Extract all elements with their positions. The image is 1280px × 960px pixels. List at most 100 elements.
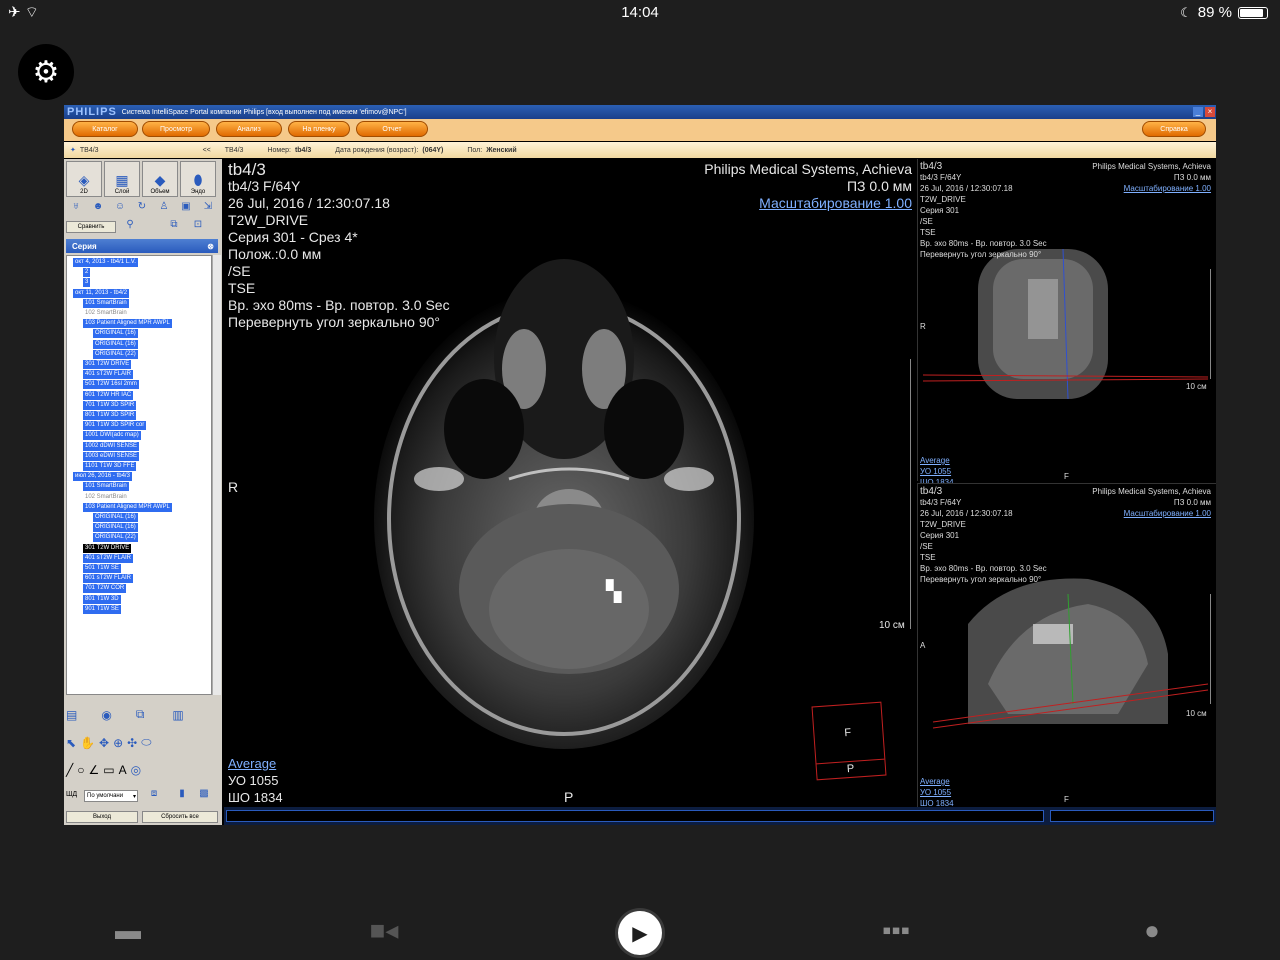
tree-item[interactable]: ORIGINAL (16)	[93, 329, 138, 339]
pointer-tool-icon[interactable]: ⬉	[66, 736, 76, 750]
tree-item[interactable]: ORIGINAL (16)	[93, 513, 138, 522]
tree-item[interactable]: 102 SmartBrain	[83, 309, 129, 318]
close-icon[interactable]: ×	[1205, 107, 1215, 117]
patient-tab[interactable]: TB4/3	[80, 147, 99, 154]
tree-item[interactable]: 2	[83, 268, 91, 278]
tree-item[interactable]: 1002 dDWI SENSE	[83, 441, 140, 451]
coronal-viewport[interactable]: tb4/3 tb4/3 F/64Y 26 Jul, 2016 / 12:30:0…	[917, 159, 1216, 487]
series-header[interactable]: Серия ⊗	[66, 239, 218, 253]
hand-tool-icon[interactable]: ✋	[80, 736, 95, 750]
monitor-icon[interactable]: ⊡	[188, 219, 208, 235]
menu-analysis[interactable]: Анализ	[216, 121, 282, 137]
tooth-icon[interactable]: ♅	[66, 201, 86, 217]
folder-icon[interactable]: ▬	[108, 915, 148, 946]
zoom-link[interactable]: Масштабирование 1.00	[1092, 508, 1211, 519]
tree-item[interactable]: 701 T1W 3D SPIR	[83, 400, 137, 410]
link-icon[interactable]: ⚲	[120, 219, 140, 235]
tree-item[interactable]: 801 T1W 3D SPIR	[83, 411, 137, 420]
main-scrollbar[interactable]	[226, 810, 1044, 822]
tree-item[interactable]: 501 T2W 16sl 2mm	[83, 380, 139, 390]
tree-item[interactable]: 101 SmartBrain	[83, 482, 129, 492]
tree-scrollbar[interactable]	[212, 255, 221, 695]
tree-item[interactable]: 103 Patient Aligned MPR AWPL	[83, 502, 172, 512]
camera-icon[interactable]: ◉	[101, 708, 111, 722]
tree-item[interactable]: 3	[83, 278, 91, 288]
menu-film[interactable]: На пленку	[288, 121, 350, 137]
tree-item[interactable]: ORIGINAL (16)	[93, 339, 138, 349]
body-icon[interactable]: ♙	[154, 201, 174, 217]
tree-item[interactable]: 103 Patient Aligned MPR AWPL	[83, 319, 172, 329]
view-slab-button[interactable]: ▦ Слой	[104, 161, 140, 197]
view-endo-button[interactable]: ⬮ Эндо	[180, 161, 216, 197]
menu-catalog[interactable]: Каталог	[72, 121, 138, 137]
preset-select[interactable]: По умолчани ▾	[84, 790, 138, 802]
invert-icon[interactable]: ▮	[172, 788, 192, 804]
annotation-tool-icon[interactable]: A	[119, 763, 127, 777]
view-volume-button[interactable]: ◆ Объем	[142, 161, 178, 197]
angle-tool-icon[interactable]: ∠	[88, 763, 99, 777]
tree-item[interactable]: 301 T2W DRIVE	[83, 543, 132, 553]
chat-icon[interactable]: ▪▪▪	[876, 915, 916, 946]
tree-item[interactable]: 1101 T1W 3D FFE	[83, 462, 137, 471]
tree-item[interactable]: ORIGINAL (16)	[93, 523, 138, 533]
tree-item[interactable]: 601 sT2W FLAIR	[83, 574, 134, 584]
help-button[interactable]: Справка	[1142, 121, 1206, 137]
main-viewport[interactable]: tb4/3 tb4/3 F/64Y 26 Jul, 2016 / 12:30:0…	[224, 159, 916, 807]
skull-icon[interactable]: ☺	[110, 201, 130, 217]
collapse-button[interactable]: <<	[203, 147, 211, 154]
collapse-icon[interactable]: ⊗	[207, 242, 214, 251]
tree-item[interactable]: ORIGINAL (22)	[93, 533, 138, 543]
tree-item[interactable]: июл 26, 2016 - tb4/3	[73, 472, 132, 482]
tree-item[interactable]: окт 11, 2013 - tb4/2	[73, 288, 130, 298]
tree-item[interactable]: 1003 eDWI SENSE	[83, 451, 140, 461]
view-2d-button[interactable]: ◈ 2D	[66, 161, 102, 197]
tree-item[interactable]: 701 T2W COR	[83, 584, 127, 594]
reset-all-button[interactable]: Сбросить все	[142, 811, 218, 823]
tree-item[interactable]: 501 T1W SE	[83, 564, 121, 573]
line-tool-icon[interactable]: ╱	[66, 763, 73, 777]
book-icon[interactable]: ▥	[172, 708, 183, 722]
eraser-tool-icon[interactable]: ⬭	[141, 735, 151, 750]
person-icon[interactable]: ●	[1132, 915, 1172, 946]
tree-item[interactable]: 101 SmartBrain	[83, 298, 129, 308]
side-scrollbar[interactable]	[1050, 810, 1214, 822]
ruler-tool-icon[interactable]: ▭	[103, 763, 114, 777]
tree-item[interactable]: 601 T2W HR IAC	[83, 390, 134, 400]
exit-button[interactable]: Выход	[66, 811, 138, 823]
tree-item[interactable]: окт 4, 2013 - tb4/1 L.V.	[73, 258, 138, 267]
tree-item[interactable]: 401 sT2W FLAIR	[83, 553, 134, 563]
tree-item[interactable]: 1001 DWI(adc map)	[83, 431, 141, 441]
tree-item[interactable]: 401 sT2W FLAIR	[83, 370, 134, 380]
minimize-icon[interactable]: _	[1193, 107, 1203, 117]
menu-report[interactable]: Отчет	[356, 121, 428, 137]
tree-item[interactable]: 901 T1W SE	[83, 604, 121, 614]
window-preset-icon[interactable]: ⧈	[144, 788, 164, 804]
rotate-icon[interactable]: ↻	[132, 201, 152, 217]
layout-icon[interactable]: ▣	[176, 201, 196, 217]
save-icon[interactable]: ▤	[66, 708, 77, 722]
menu-view[interactable]: Просмотр	[142, 121, 210, 137]
roam-tool-icon[interactable]: ✣	[127, 736, 137, 750]
circle-tool-icon[interactable]: ○	[77, 763, 84, 777]
video-icon[interactable]: ■◂	[364, 915, 404, 946]
average-link[interactable]: Average	[228, 755, 283, 772]
ellipse-tool-icon[interactable]: ◎	[131, 763, 141, 777]
export-icon[interactable]: ⇲	[198, 201, 218, 217]
average-link[interactable]: Average	[920, 776, 954, 787]
pan-tool-icon[interactable]: ✥	[99, 736, 109, 750]
compare-button[interactable]: Сравнить	[66, 221, 116, 233]
histogram-icon[interactable]: ▩	[194, 788, 214, 804]
tree-item[interactable]: 102 SmartBrain	[83, 493, 129, 502]
copy-icon[interactable]: ⧉	[136, 707, 145, 722]
zoom-tool-icon[interactable]: ⊕	[113, 736, 123, 750]
gear-icon[interactable]: ⚙	[18, 44, 74, 100]
play-icon[interactable]: ▶	[618, 911, 662, 955]
head-icon[interactable]: ☻	[88, 201, 108, 217]
zoom-link[interactable]: Масштабирование 1.00	[1092, 183, 1211, 194]
average-link[interactable]: Average	[920, 455, 954, 466]
zoom-link[interactable]: Масштабирование 1.00	[704, 195, 912, 212]
pin-icon[interactable]: ✦	[70, 146, 76, 154]
tree-item[interactable]: 301 T2W DRIVE	[83, 360, 132, 369]
tree-item[interactable]: 901 T1W 3D SPIR cor	[83, 421, 147, 431]
sagittal-viewport[interactable]: tb4/3 tb4/3 F/64Y 26 Jul, 2016 / 12:30:0…	[917, 483, 1216, 808]
